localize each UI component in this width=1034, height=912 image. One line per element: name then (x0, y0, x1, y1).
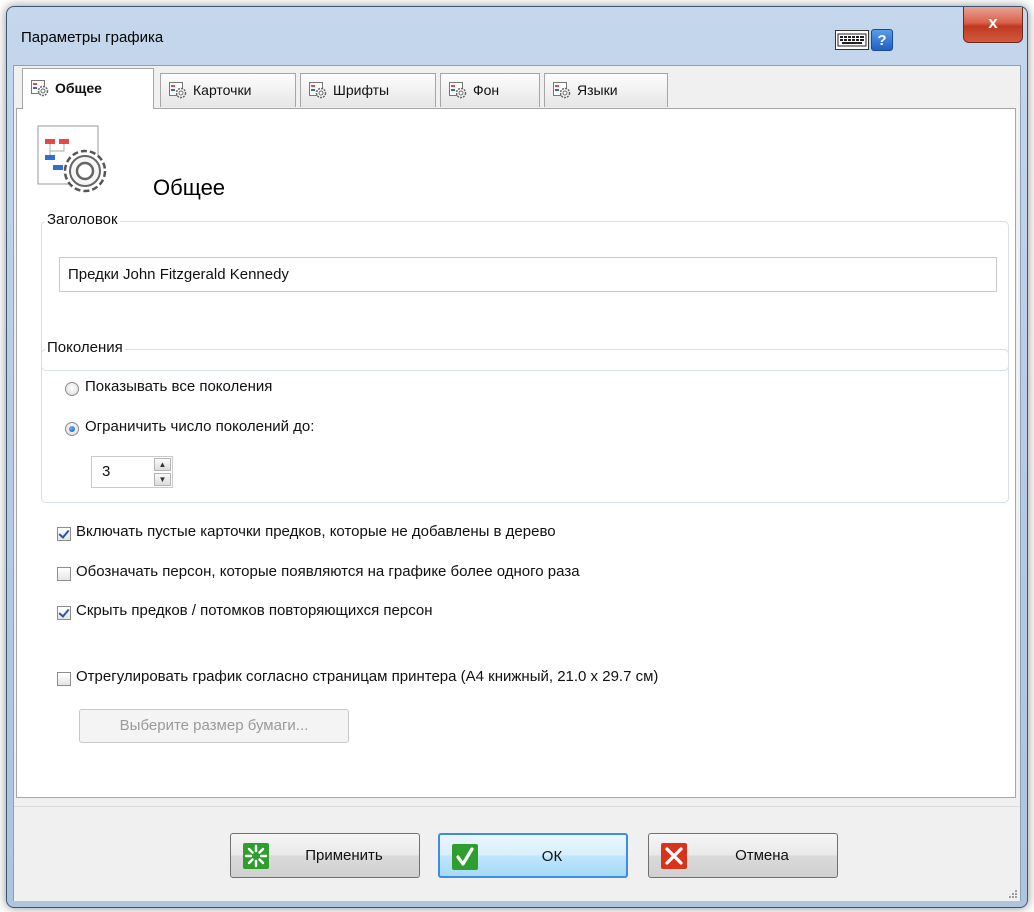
mark-duplicates-label[interactable]: Обозначать персон, которые появляются на… (76, 563, 580, 580)
dialog-window: Параметры графика ? x Общее Карточки Шри… (6, 6, 1028, 908)
refresh-icon (243, 843, 269, 869)
title-bar: Параметры графика ? x (7, 7, 1027, 63)
settings-icon (553, 82, 571, 99)
checkbox-include-empty[interactable] (57, 527, 71, 541)
tab-fonts[interactable]: Шрифты (300, 73, 436, 107)
radio-limit-label[interactable]: Ограничить число поколений до: (85, 418, 314, 435)
chart-settings-icon (37, 125, 107, 193)
paper-size-button: Выберите размер бумаги... (79, 709, 349, 743)
checkbox-hide-repeated[interactable] (57, 606, 71, 620)
radio-limit-generations[interactable] (65, 422, 79, 436)
radio-show-all-label[interactable]: Показывать все поколения (85, 378, 272, 395)
chart-title-input[interactable]: Предки John Fitzgerald Kennedy (59, 257, 997, 292)
general-panel: Общее Заголовок Предки John Fitzgerald K… (16, 108, 1016, 798)
close-icon (661, 843, 687, 869)
settings-icon (169, 82, 187, 99)
close-button[interactable]: x (963, 7, 1023, 43)
settings-icon (449, 82, 467, 99)
generations-group-label: Поколения (45, 339, 125, 356)
checkbox-mark-duplicates[interactable] (57, 567, 71, 581)
tab-cards[interactable]: Карточки (160, 73, 296, 107)
radio-show-all-generations[interactable] (65, 382, 79, 396)
title-group-label: Заголовок (45, 211, 120, 228)
tab-languages[interactable]: Языки (544, 73, 668, 107)
page-title: Общее (153, 175, 226, 200)
spin-down-icon[interactable]: ▼ (154, 473, 171, 486)
tab-bar: Общее Карточки Шрифты Фон Языки (14, 66, 1020, 109)
dialog-client: Общее Карточки Шрифты Фон Языки Общее За… (13, 65, 1021, 901)
settings-icon (31, 80, 49, 97)
resize-grip-icon[interactable] (1007, 888, 1017, 898)
window-title: Параметры графика (21, 29, 164, 46)
generations-value[interactable]: 3 (102, 463, 110, 480)
generations-spinner[interactable]: 3 ▲ ▼ (91, 456, 173, 488)
tab-background[interactable]: Фон (440, 73, 540, 107)
spinner-buttons: ▲ ▼ (154, 458, 171, 486)
fit-printer-label[interactable]: Отрегулировать график согласно страницам… (76, 668, 658, 685)
spin-up-icon[interactable]: ▲ (154, 458, 171, 471)
checkbox-fit-printer[interactable] (57, 672, 71, 686)
apply-button[interactable]: Применить (230, 833, 420, 878)
settings-icon (309, 82, 327, 99)
cancel-button[interactable]: Отмена (648, 833, 838, 878)
ok-button[interactable]: ОК (438, 833, 628, 878)
tab-general[interactable]: Общее (22, 68, 154, 109)
help-icon[interactable]: ? (871, 29, 893, 51)
checkmark-icon (452, 844, 478, 870)
dialog-footer: Применить ОК Отмена (14, 806, 1020, 901)
include-empty-label[interactable]: Включать пустые карточки предков, которы… (76, 523, 556, 540)
hide-repeated-label[interactable]: Скрыть предков / потомков повторяющихся … (76, 602, 432, 619)
keyboard-icon[interactable] (835, 30, 869, 50)
